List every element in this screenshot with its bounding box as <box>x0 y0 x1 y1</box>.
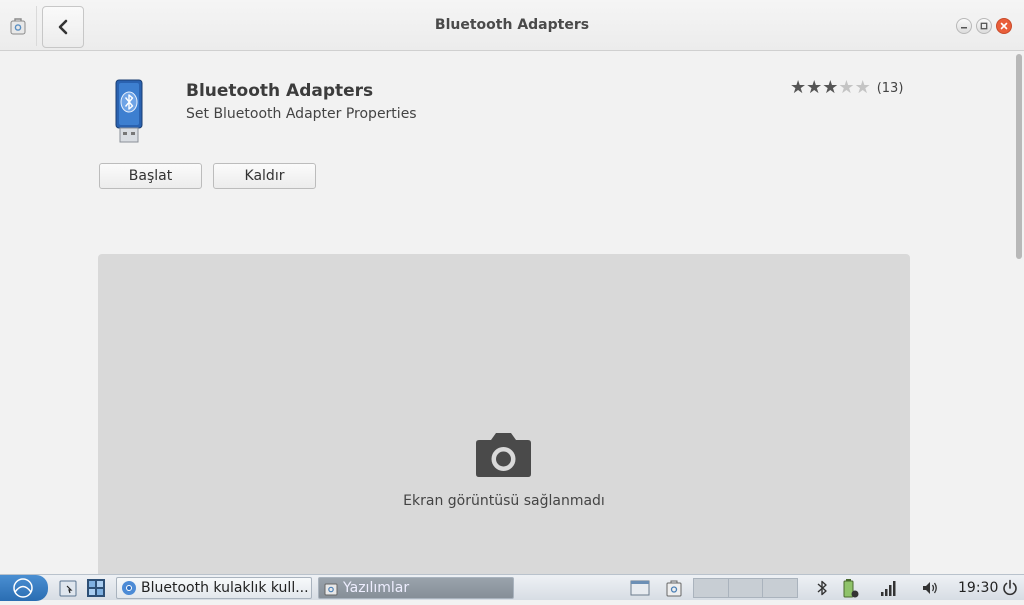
taskbar-task-label: Yazılımlar <box>343 580 410 596</box>
screenshot-placeholder: Ekran görüntüsü sağlanmadı <box>98 254 910 574</box>
remove-button[interactable]: Kaldır <box>213 163 316 189</box>
workspace-pager[interactable] <box>693 578 798 598</box>
minimize-button[interactable] <box>956 18 972 34</box>
star-empty-icon: ★ <box>854 77 871 98</box>
network-signal-icon[interactable] <box>878 578 898 598</box>
star-filled-icon: ★ <box>822 77 839 98</box>
software-center-icon <box>324 583 338 596</box>
volume-icon[interactable] <box>920 578 940 598</box>
bluetooth-icon[interactable] <box>812 578 832 598</box>
star-empty-icon: ★ <box>838 77 855 98</box>
scrollbar-thumb[interactable] <box>1016 54 1022 259</box>
no-screenshot-text: Ekran görüntüsü sağlanmadı <box>403 493 605 509</box>
maximize-icon <box>980 22 988 30</box>
launch-button[interactable]: Başlat <box>99 163 202 189</box>
bluetooth-adapter-icon <box>115 79 143 143</box>
rating: ★ ★ ★ ★ ★ (13) <box>790 79 903 97</box>
star-filled-icon: ★ <box>790 77 807 98</box>
software-updater-icon[interactable] <box>664 578 684 598</box>
taskbar-task-software[interactable]: Yazılımlar <box>318 577 514 599</box>
workspace-1[interactable] <box>694 579 729 597</box>
camera-icon <box>476 433 531 477</box>
maximize-button[interactable] <box>976 18 992 34</box>
taskbar: Bluetooth kulaklık kull... Yazılımlar 19… <box>0 574 1024 601</box>
chromium-icon <box>122 581 136 595</box>
file-manager-icon[interactable] <box>58 578 78 598</box>
power-icon[interactable] <box>1000 578 1020 598</box>
window-title: Bluetooth Adapters <box>434 17 590 33</box>
start-menu-button[interactable] <box>0 575 48 601</box>
close-icon <box>1000 22 1008 30</box>
close-button[interactable] <box>996 18 1012 34</box>
workspace-2[interactable] <box>728 579 764 597</box>
rating-count: (13) <box>876 80 904 96</box>
battery-icon[interactable] <box>840 578 860 598</box>
star-filled-icon: ★ <box>806 77 823 98</box>
clock[interactable]: 19:30 <box>958 580 998 596</box>
distro-logo-icon <box>13 578 33 598</box>
taskbar-task-label: Bluetooth kulaklık kull... <box>141 580 309 596</box>
workspace-3[interactable] <box>763 579 798 597</box>
show-desktop-icon[interactable] <box>630 578 650 598</box>
app-description: Set Bluetooth Adapter Properties <box>186 106 417 122</box>
minimize-icon <box>961 27 967 29</box>
app-name: Bluetooth Adapters <box>186 81 374 101</box>
taskbar-task-browser[interactable]: Bluetooth kulaklık kull... <box>116 577 312 599</box>
header-bar: Bluetooth Adapters <box>0 0 1024 51</box>
desktop-switcher-icon[interactable] <box>86 578 106 598</box>
